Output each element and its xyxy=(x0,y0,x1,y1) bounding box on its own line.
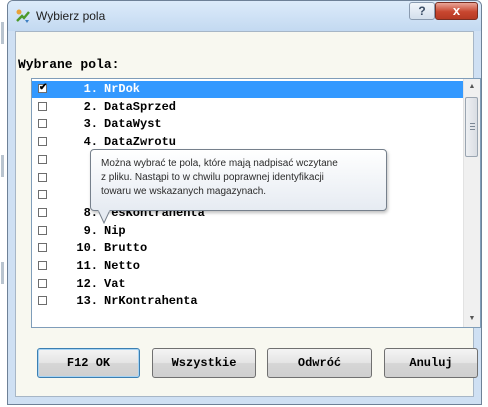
tooltip-line: Można wybrać te pola, które mają nadpisa… xyxy=(101,158,338,169)
list-item-number: 13. xyxy=(76,294,98,309)
tooltip-line: towaru we wskazanych magazynach. xyxy=(101,186,267,197)
vertical-scrollbar[interactable]: ▲ ▼ xyxy=(463,79,480,327)
list-item-number: 9. xyxy=(83,223,98,238)
app-icon xyxy=(16,9,30,23)
list-item-label: Vat xyxy=(104,276,126,291)
checkbox[interactable] xyxy=(38,119,47,129)
list-item-number: 2. xyxy=(83,99,98,114)
tooltip-line: z pliku. Nastąpi to w chwilu poprawnej i… xyxy=(101,172,324,183)
list-item-label: DataSprzed xyxy=(104,99,177,114)
list-label: Wybrane pola: xyxy=(18,57,120,72)
desktop-edge xyxy=(0,0,7,407)
checkbox[interactable] xyxy=(38,243,47,253)
checkbox[interactable] xyxy=(38,278,47,288)
list-item[interactable]: 2. DataSprzed xyxy=(32,99,464,116)
window-title: Wybierz pola xyxy=(36,9,106,23)
list-item[interactable]: ✔ 1. NrDok xyxy=(32,81,464,98)
list-item-number: 1. xyxy=(83,82,98,96)
list-item-number: 12. xyxy=(76,276,98,291)
checkbox[interactable] xyxy=(38,154,47,164)
cancel-button[interactable]: Anuluj xyxy=(384,348,478,378)
close-button[interactable]: x xyxy=(435,2,478,20)
list-item-number: 3. xyxy=(83,117,98,132)
desktop-edge-mark xyxy=(1,262,4,284)
checkbox[interactable] xyxy=(38,190,47,200)
list-item-label: DataWyst xyxy=(104,117,162,132)
check-icon: ✔ xyxy=(39,82,48,93)
scroll-thumb-grip xyxy=(470,129,475,130)
list-item-label: Netto xyxy=(104,259,141,273)
checkbox[interactable] xyxy=(38,261,47,270)
list-item-label: NrKontrahenta xyxy=(104,294,198,309)
checkbox[interactable] xyxy=(38,225,47,235)
scroll-down-arrow-icon[interactable]: ▼ xyxy=(464,311,480,327)
checkbox[interactable] xyxy=(38,207,47,217)
list-item-label: NrDok xyxy=(104,82,141,96)
title-bar[interactable]: Wybierz pola ? x xyxy=(8,1,481,31)
checkbox[interactable] xyxy=(38,137,47,147)
list-item[interactable]: 11. Netto xyxy=(32,258,464,275)
list-item[interactable]: 3. DataWyst xyxy=(32,116,464,133)
ok-button[interactable]: F12 OK xyxy=(37,348,140,378)
select-all-button[interactable]: Wszystkie xyxy=(152,348,256,378)
scroll-thumb-grip xyxy=(470,126,475,127)
checkbox[interactable] xyxy=(38,296,47,306)
list-item-label: Brutto xyxy=(104,241,148,256)
list-item-label: Nip xyxy=(104,223,126,238)
help-button[interactable]: ? xyxy=(409,2,435,20)
scroll-thumb[interactable] xyxy=(465,97,478,157)
list-item-number: 11. xyxy=(76,259,98,273)
desktop-edge-mark xyxy=(1,155,4,177)
checkbox[interactable] xyxy=(38,172,47,182)
desktop-edge-mark xyxy=(1,22,4,44)
checkbox[interactable]: ✔ xyxy=(38,82,48,93)
list-item-number: 10. xyxy=(76,241,98,256)
list-item-label: DataZwrotu xyxy=(104,135,177,150)
list-item-number: 4. xyxy=(83,135,98,150)
scroll-up-arrow-icon[interactable]: ▲ xyxy=(464,79,480,95)
invert-selection-button[interactable]: Odwróć xyxy=(267,348,372,378)
list-item[interactable]: 10. Brutto xyxy=(32,240,464,257)
scroll-thumb-grip xyxy=(470,123,475,124)
help-tooltip: Można wybrać te pola, które mają nadpisa… xyxy=(90,149,387,211)
checkbox[interactable] xyxy=(38,101,47,111)
list-item[interactable]: 13. NrKontrahenta xyxy=(32,293,464,310)
list-item[interactable]: 12. Vat xyxy=(32,276,464,293)
list-item[interactable]: 9. Nip xyxy=(32,223,464,240)
tooltip-tail-icon xyxy=(98,210,111,224)
